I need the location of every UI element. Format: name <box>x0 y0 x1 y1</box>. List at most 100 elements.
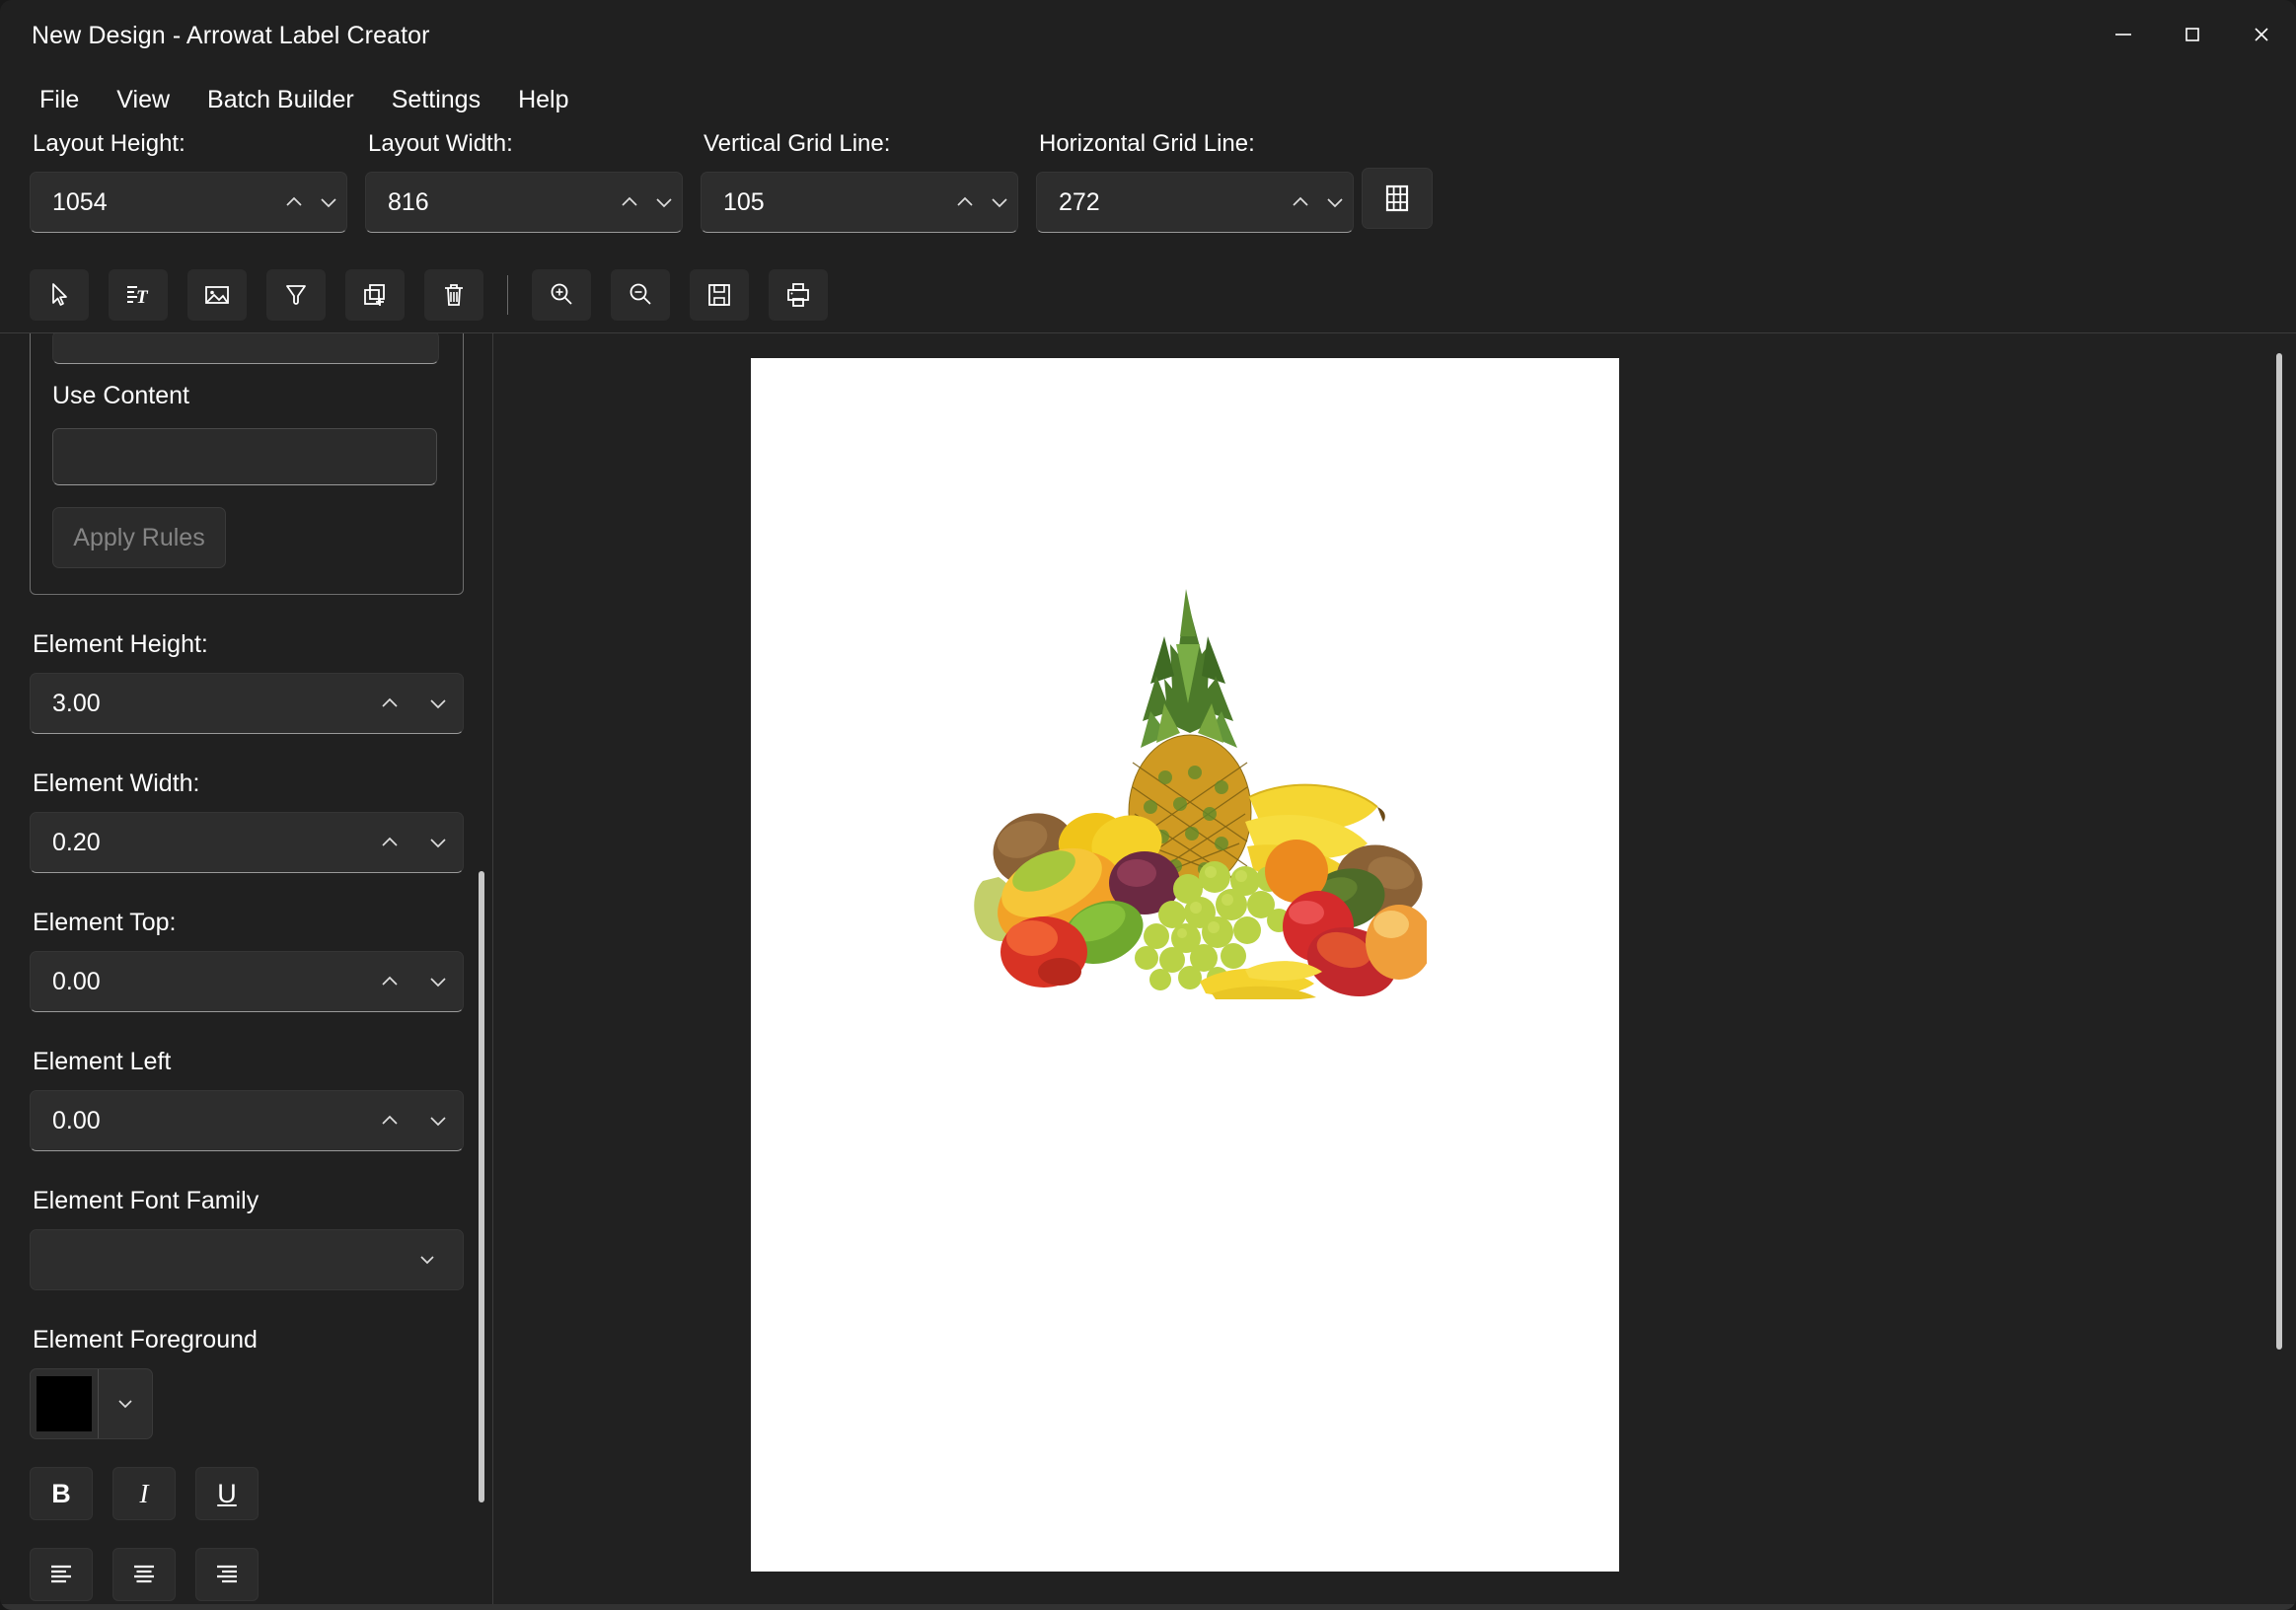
element-left-spinner[interactable] <box>30 1090 464 1151</box>
minimize-button[interactable] <box>2089 0 2158 69</box>
horizontal-grid-line-up-button[interactable] <box>1283 173 1317 232</box>
layout-controls-row: Layout Height: Layout Width: <box>0 130 2296 256</box>
toolbar-divider <box>507 274 508 315</box>
save-icon <box>708 283 730 306</box>
add-barcode-button[interactable] <box>266 268 326 321</box>
window-controls <box>2089 0 2296 69</box>
properties-scroll-content: Use Content Apply Rules Element Height: … <box>0 333 474 1604</box>
use-content-label: Use Content <box>52 382 189 409</box>
delete-button[interactable] <box>424 268 483 321</box>
vertical-grid-line-spinner[interactable] <box>701 172 1018 233</box>
element-left-label: Element Left <box>33 1048 172 1075</box>
underline-button[interactable]: U <box>195 1467 259 1520</box>
clipped-field-above[interactable] <box>52 333 439 364</box>
grid-toggle-button[interactable] <box>1362 168 1433 229</box>
element-height-down-button[interactable] <box>414 674 463 733</box>
layout-width-up-button[interactable] <box>612 173 646 232</box>
layout-width-spinner[interactable] <box>365 172 683 233</box>
use-content-input[interactable] <box>52 428 437 485</box>
element-height-up-button[interactable] <box>365 674 413 733</box>
layout-width-label: Layout Width: <box>368 130 513 157</box>
element-width-spinner[interactable] <box>30 812 464 873</box>
element-width-input[interactable] <box>31 828 366 857</box>
element-foreground-color-picker[interactable] <box>30 1368 153 1439</box>
sidebar-scrollbar-thumb[interactable] <box>479 871 484 1502</box>
svg-text:T: T <box>136 287 149 308</box>
color-swatch-wrap <box>31 1369 99 1438</box>
menu-item-settings[interactable]: Settings <box>376 79 496 121</box>
element-width-down-button[interactable] <box>414 813 463 872</box>
save-button[interactable] <box>690 268 749 321</box>
content-rules-group: Use Content Apply Rules <box>30 333 464 595</box>
element-left-input[interactable] <box>31 1106 366 1135</box>
horizontal-grid-line-label: Horizontal Grid Line: <box>1039 130 1255 157</box>
layout-height-spinner[interactable] <box>30 172 347 233</box>
element-font-family-select[interactable] <box>30 1229 464 1290</box>
maximize-button[interactable] <box>2158 0 2227 69</box>
align-right-icon <box>217 1565 237 1583</box>
layout-height-input[interactable] <box>31 187 277 217</box>
vertical-grid-line-up-button[interactable] <box>947 173 982 232</box>
layout-height-label: Layout Height: <box>33 130 185 157</box>
align-right-button[interactable] <box>195 1548 259 1601</box>
align-center-button[interactable] <box>112 1548 176 1601</box>
zoom-out-icon <box>630 283 651 305</box>
layout-width-down-button[interactable] <box>647 173 682 232</box>
element-top-spinner[interactable] <box>30 951 464 1012</box>
horizontal-grid-line-spinner[interactable] <box>1036 172 1354 233</box>
color-dropdown-button[interactable] <box>99 1369 152 1438</box>
menu-item-batch-builder[interactable]: Batch Builder <box>191 79 370 121</box>
horizontal-grid-line-input[interactable] <box>1037 187 1284 217</box>
apply-rules-button[interactable]: Apply Rules <box>52 507 226 568</box>
element-toolbar: T <box>0 256 2296 333</box>
menu-item-help[interactable]: Help <box>502 79 584 121</box>
layout-width-input[interactable] <box>366 187 613 217</box>
element-left-up-button[interactable] <box>365 1091 413 1150</box>
align-left-icon <box>51 1565 71 1583</box>
element-left-down-button[interactable] <box>414 1091 463 1150</box>
menu-bar: File View Batch Builder Settings Help <box>0 69 2296 130</box>
vertical-grid-line-down-button[interactable] <box>983 173 1017 232</box>
element-font-family-label: Element Font Family <box>33 1187 259 1214</box>
design-canvas-area[interactable] <box>493 333 2296 1604</box>
add-image-button[interactable] <box>187 268 247 321</box>
canvas-scrollbar-thumb[interactable] <box>2276 353 2282 1350</box>
trash-icon <box>445 283 463 306</box>
properties-sidebar: Use Content Apply Rules Element Height: … <box>0 333 493 1604</box>
color-swatch <box>37 1376 92 1431</box>
layout-height-down-button[interactable] <box>312 173 346 232</box>
fruit-arrangement-photo[interactable] <box>953 585 1427 999</box>
print-icon <box>787 282 809 307</box>
layout-width-field: Layout Width: <box>365 130 701 233</box>
element-top-up-button[interactable] <box>365 952 413 1011</box>
duplicate-button[interactable] <box>345 268 405 321</box>
menu-item-view[interactable]: View <box>101 79 185 121</box>
select-tool-button[interactable] <box>30 268 89 321</box>
element-top-input[interactable] <box>31 967 366 996</box>
zoom-out-button[interactable] <box>611 268 670 321</box>
label-page[interactable] <box>751 358 1619 1572</box>
italic-button[interactable]: I <box>112 1467 176 1520</box>
layout-height-up-button[interactable] <box>276 173 311 232</box>
horizontal-grid-line-down-button[interactable] <box>1318 173 1353 232</box>
zoom-in-button[interactable] <box>532 268 591 321</box>
title-bar: New Design - Arrowat Label Creator <box>0 0 2296 69</box>
layout-height-field: Layout Height: <box>30 130 365 233</box>
bottom-status-strip <box>0 1604 2296 1610</box>
element-width-up-button[interactable] <box>365 813 413 872</box>
chevron-down-icon <box>420 1256 434 1265</box>
add-text-button[interactable]: T <box>109 268 168 321</box>
element-top-down-button[interactable] <box>414 952 463 1011</box>
align-left-button[interactable] <box>30 1548 93 1601</box>
print-button[interactable] <box>769 268 828 321</box>
text-element-icon: T <box>127 285 149 308</box>
vertical-grid-line-input[interactable] <box>702 187 948 217</box>
menu-item-file[interactable]: File <box>24 79 95 121</box>
bold-button[interactable]: B <box>30 1467 93 1520</box>
chevron-down-icon <box>118 1400 132 1409</box>
cursor-select-icon <box>52 282 67 306</box>
element-height-spinner[interactable] <box>30 673 464 734</box>
zoom-in-icon <box>551 283 572 305</box>
element-height-input[interactable] <box>31 689 366 718</box>
close-button[interactable] <box>2227 0 2296 69</box>
